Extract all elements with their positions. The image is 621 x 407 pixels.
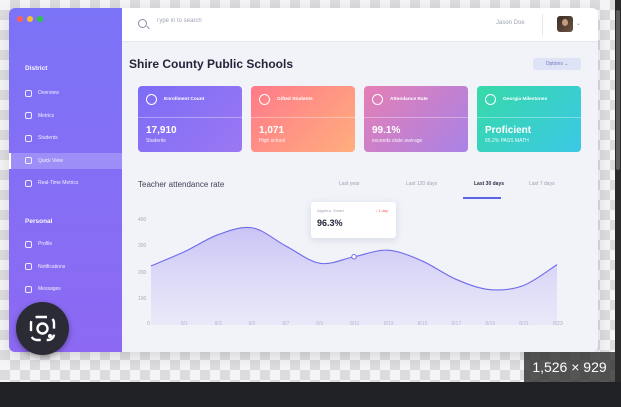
chart-tooltip: Algebra, Smart ↓ 1 day 96.3% <box>311 202 396 238</box>
pulse-icon <box>25 179 32 187</box>
x-tick-label: 8/7 <box>282 321 290 327</box>
sidebar-item-metrics[interactable]: Metrics <box>9 108 122 124</box>
card-icon <box>485 94 496 105</box>
x-tick-label: 8/3 <box>214 321 222 327</box>
sidebar-item-label: Students <box>38 135 58 141</box>
card-label: Gifted Students <box>277 97 313 102</box>
card-subtitle: exceeds state average <box>372 138 423 144</box>
card-divider <box>251 117 355 118</box>
bell-icon <box>25 263 32 270</box>
card-subtitle: 65.2% PASS MATH <box>485 138 529 144</box>
x-tick-label: 8/21 <box>519 321 529 327</box>
maximize-dot[interactable] <box>37 16 43 22</box>
sidebar-item-label: Messages <box>38 286 61 292</box>
card-value: Proficient <box>485 125 532 136</box>
tab-last-30-days[interactable]: Last 30 days <box>474 181 504 187</box>
district-heading: District <box>25 65 48 72</box>
sidebar-item-real-time-metrics[interactable]: Real-Time Metrics <box>9 175 122 191</box>
x-tick-label: 8/1 <box>180 321 188 327</box>
metrics-icon <box>25 112 32 119</box>
card-subtitle: Students <box>146 138 166 144</box>
x-tick-label: 8/19 <box>485 321 496 327</box>
dashboard-window: District Overview Metrics Students Quick Vi… <box>9 8 598 352</box>
message-icon <box>25 285 32 293</box>
x-tick-label: 8/11 <box>350 321 360 327</box>
card-value: 1,071 <box>259 125 285 136</box>
x-tick-label: 8/17 <box>451 321 462 327</box>
card-divider <box>138 117 242 118</box>
bottom-bar <box>0 382 621 407</box>
stat-card[interactable]: Georgia Milestones Proficient 65.2% PASS M… <box>477 86 581 152</box>
card-value: 99.1% <box>372 125 401 136</box>
tab-last-7-days[interactable]: Last 7 days <box>529 181 555 187</box>
speedometer-icon <box>25 89 32 97</box>
tab-last-120-days[interactable]: Last 120 days <box>406 181 437 187</box>
x-tick-label: 8/13 <box>383 321 394 327</box>
avatar[interactable] <box>557 16 573 32</box>
google-lens-icon <box>29 315 56 342</box>
card-icon <box>259 94 270 105</box>
chevron-down-icon[interactable]: ⌄ <box>576 20 581 27</box>
user-name[interactable]: Jason Doe <box>496 20 525 26</box>
image-viewer: District Overview Metrics Students Quick Vi… <box>0 0 621 382</box>
sidebar-item-students[interactable]: Students <box>9 130 122 146</box>
y-tick-label: 200 <box>138 269 147 276</box>
tooltip-value: 96.3% <box>317 218 343 228</box>
sidebar-item-quick-view[interactable]: Quick View <box>9 152 122 169</box>
stat-card[interactable]: Gifted Students 1,071 High school <box>251 86 355 152</box>
sidebar-item-label: Notifications <box>38 263 66 270</box>
scrollbar-thumb[interactable] <box>616 10 620 170</box>
card-label: Enrollment Count <box>164 97 205 102</box>
x-tick-label: 8/5 <box>248 321 256 327</box>
sidebar-item-overview[interactable]: Overview <box>9 85 122 101</box>
grid-icon <box>25 157 32 164</box>
card-label: Attendance Rate <box>390 97 428 102</box>
card-divider <box>477 117 581 118</box>
profile-icon <box>25 240 32 248</box>
sidebar-item-profile[interactable]: Profile <box>9 236 122 252</box>
close-dot[interactable] <box>17 16 23 22</box>
sidebar-item-notifications[interactable]: Notifications <box>9 259 122 275</box>
topbar: Jason Doe ⌄ <box>122 8 598 42</box>
sidebar-item-label: Real-Time Metrics <box>38 180 79 186</box>
card-icon <box>146 94 157 105</box>
chart-title: Teacher attendance rate <box>138 180 225 189</box>
y-tick-label: 300 <box>138 243 147 250</box>
search-icon <box>138 19 147 28</box>
page-title: Shire County Public Schools <box>129 57 294 71</box>
card-subtitle: High school <box>259 138 286 144</box>
y-tick-label: 100 <box>138 295 147 302</box>
sidebar-item-label: Profile <box>38 241 53 247</box>
tooltip-label: Algebra, Smart <box>317 208 344 213</box>
google-lens-button[interactable] <box>16 302 69 355</box>
divider <box>542 14 543 36</box>
options-button[interactable]: Options ⌄ <box>533 58 581 70</box>
x-tick-label: 8/9 <box>316 321 324 327</box>
tab-last-year[interactable]: Last year <box>339 181 360 187</box>
card-icon <box>372 94 383 105</box>
stat-card[interactable]: Attendance Rate 99.1% exceeds state averag… <box>364 86 468 152</box>
x-tick-label: 8/15 <box>417 321 428 327</box>
personal-heading: Personal <box>25 218 53 225</box>
sidebar-item-label: Metrics <box>38 112 55 119</box>
active-tab-underline <box>463 197 501 199</box>
image-dimensions: 1,526 × 929 <box>524 352 615 382</box>
card-divider <box>364 117 468 118</box>
tooltip-delta: ↓ 1 day <box>375 208 388 213</box>
sidebar-item-label: Overview <box>38 90 59 96</box>
card-value: 17,910 <box>146 125 177 136</box>
x-tick-label: 0 <box>147 321 150 327</box>
stat-card[interactable]: Enrollment Count 17,910 Students <box>138 86 242 152</box>
sidebar: District Overview Metrics Students Quick Vi… <box>9 8 122 352</box>
y-tick-label: 400 <box>138 217 147 223</box>
search-input[interactable] <box>156 18 356 24</box>
card-label: Georgia Milestones <box>503 97 548 102</box>
minimize-dot[interactable] <box>27 16 33 22</box>
sidebar-item-messages[interactable]: Messages <box>9 281 122 297</box>
user-icon <box>25 134 32 142</box>
sidebar-item-label: Quick View <box>38 157 63 164</box>
x-tick-label: 8/23 <box>553 321 563 327</box>
window-controls <box>17 16 43 22</box>
